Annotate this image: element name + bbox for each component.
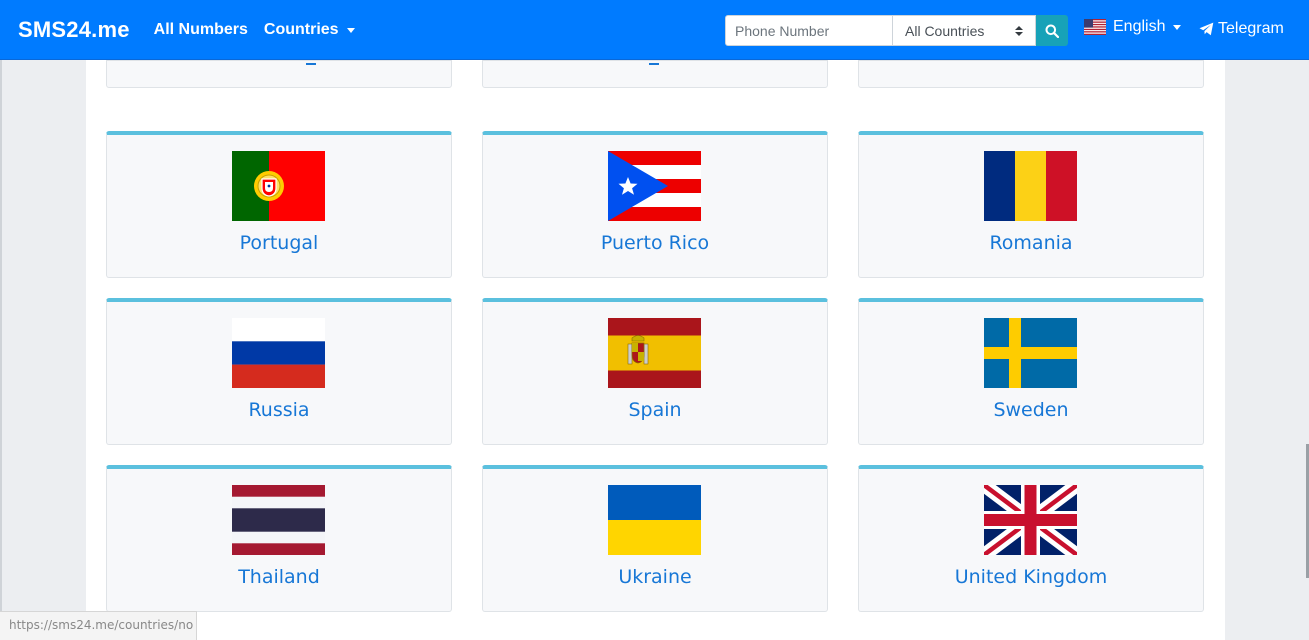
- country-name: Ukraine: [618, 566, 692, 588]
- us-flag-icon: [1084, 19, 1106, 35]
- chevron-down-icon: [1173, 25, 1182, 30]
- nav-countries-label: Countries: [263, 20, 339, 38]
- search-icon: [1045, 24, 1059, 38]
- right-gutter: [1225, 60, 1309, 640]
- country-select-value: All Countries: [905, 22, 985, 39]
- country-card-puerto-rico[interactable]: Puerto Rico: [482, 131, 828, 278]
- nav-all-numbers[interactable]: All Numbers: [154, 21, 248, 39]
- select-arrows-icon: [1015, 25, 1023, 36]
- portugal-flag-icon: [232, 151, 325, 221]
- browser-status-bar: https://sms24.me/countries/no: [0, 611, 197, 640]
- nav-countries-dropdown[interactable]: Countries: [264, 21, 355, 39]
- country-select[interactable]: All Countries: [893, 15, 1036, 46]
- united-kingdom-flag-icon: [984, 485, 1077, 555]
- country-name: Portugal: [239, 232, 319, 254]
- phone-number-input[interactable]: [725, 15, 893, 46]
- country-card-spain[interactable]: Spain: [482, 298, 828, 445]
- language-label: English: [1113, 18, 1166, 35]
- search-button[interactable]: [1036, 15, 1068, 46]
- telegram-label: Telegram: [1218, 20, 1284, 37]
- country-name: Spain: [628, 399, 682, 421]
- country-name: Thailand: [238, 566, 320, 588]
- country-name: Sweden: [993, 399, 1069, 421]
- ukraine-flag-icon: [608, 485, 701, 555]
- country-card-portugal[interactable]: Portugal: [106, 131, 452, 278]
- country-name: Romania: [989, 232, 1073, 254]
- status-url: https://sms24.me/countries/no: [9, 618, 194, 632]
- language-dropdown[interactable]: English: [1084, 18, 1182, 36]
- country-card-russia[interactable]: Russia: [106, 298, 452, 445]
- nav-all-numbers-label: All Numbers: [153, 20, 248, 38]
- country-name: Russia: [248, 399, 310, 421]
- country-card-partial[interactable]: [106, 60, 452, 88]
- partial-label-fragment: [306, 59, 316, 65]
- telegram-link[interactable]: Telegram: [1199, 20, 1284, 38]
- russia-flag-icon: [232, 318, 325, 388]
- brand-logo[interactable]: SMS24.me: [18, 17, 130, 43]
- country-card-romania[interactable]: Romania: [858, 131, 1204, 278]
- country-card-thailand[interactable]: Thailand: [106, 465, 452, 612]
- sweden-flag-icon: [984, 318, 1077, 388]
- country-card-ukraine[interactable]: Ukraine: [482, 465, 828, 612]
- romania-flag-icon: [984, 151, 1077, 221]
- country-card-partial[interactable]: [858, 60, 1204, 88]
- left-gutter: [0, 60, 86, 640]
- telegram-icon: [1199, 22, 1214, 36]
- country-name: Puerto Rico: [600, 232, 710, 254]
- puerto-rico-flag-icon: [608, 151, 701, 221]
- country-card-united-kingdom[interactable]: United Kingdom: [858, 465, 1204, 612]
- country-card-partial[interactable]: [482, 60, 828, 88]
- chevron-down-icon: [346, 27, 355, 33]
- thailand-flag-icon: [232, 485, 325, 555]
- spain-flag-icon: [608, 318, 701, 388]
- country-name: United Kingdom: [954, 566, 1108, 588]
- search-form: All Countries: [725, 15, 1068, 46]
- country-card-sweden[interactable]: Sweden: [858, 298, 1204, 445]
- partial-label-fragment: [649, 59, 659, 65]
